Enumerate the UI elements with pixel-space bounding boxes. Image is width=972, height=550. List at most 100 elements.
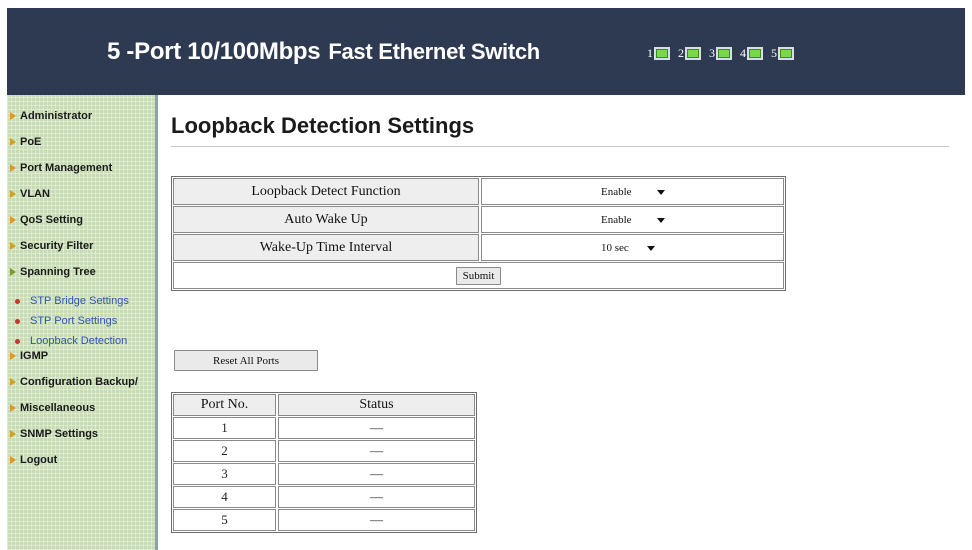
port-indicator-2: 2: [678, 46, 701, 61]
sidebar-item-security-filter[interactable]: Security Filter: [10, 240, 93, 252]
status-cell: —: [278, 463, 475, 485]
bullet-icon: [15, 338, 20, 344]
port-indicator-1: 1: [647, 46, 670, 61]
table-row: 5 —: [173, 509, 475, 531]
sidebar-subitem-stp-port-settings[interactable]: STP Port Settings: [15, 315, 117, 327]
auto-wake-up-select[interactable]: Enable: [599, 211, 669, 228]
status-cell: —: [278, 509, 475, 531]
settings-value-cell: Enable: [481, 178, 784, 205]
sidebar-item-label: VLAN: [20, 188, 50, 200]
arrow-icon: [10, 268, 16, 276]
chevron-down-icon: [647, 246, 655, 251]
arrow-icon: [10, 430, 16, 438]
port-number-cell: 1: [173, 417, 276, 439]
status-cell: —: [278, 417, 475, 439]
submit-row: Submit: [173, 262, 784, 289]
select-value: 10 sec: [601, 241, 629, 254]
sidebar-item-label: Spanning Tree: [20, 266, 96, 278]
sidebar-item-configuration-backup[interactable]: Configuration Backup/: [10, 376, 138, 388]
bullet-icon: [15, 318, 20, 324]
loopback-detect-function-select[interactable]: Enable: [599, 183, 669, 200]
port-led-icon: [716, 47, 732, 60]
arrow-icon: [10, 352, 16, 360]
sidebar-subitem-label: Loopback Detection: [30, 335, 128, 347]
sidebar-item-poe[interactable]: PoE: [10, 136, 41, 148]
sidebar-item-igmp[interactable]: IGMP: [10, 350, 48, 362]
port-number-cell: 3: [173, 463, 276, 485]
device-title-type: Fast Ethernet Switch: [328, 39, 540, 64]
arrow-icon: [10, 112, 16, 120]
reset-all-ports-button[interactable]: Reset All Ports: [174, 350, 318, 371]
sidebar-item-label: SNMP Settings: [20, 428, 99, 440]
sidebar-item-administrator[interactable]: Administrator: [10, 110, 92, 122]
chevron-down-icon: [657, 190, 665, 195]
sidebar-item-miscellaneous[interactable]: Miscellaneous: [10, 402, 95, 414]
sidebar: Administrator PoE Port Management VLAN Q…: [7, 95, 158, 550]
device-title: 5 -Port 10/100Mbps Fast Ethernet Switch: [107, 38, 540, 66]
sidebar-subitem-label: STP Bridge Settings: [30, 295, 129, 307]
sidebar-item-vlan[interactable]: VLAN: [10, 188, 50, 200]
sidebar-item-label: IGMP: [20, 350, 49, 362]
arrow-icon: [10, 404, 16, 412]
arrow-icon: [10, 138, 16, 146]
wake-up-time-interval-select[interactable]: 10 sec: [599, 239, 659, 256]
sidebar-item-qos-setting[interactable]: QoS Setting: [10, 214, 83, 226]
port-number: 2: [678, 46, 684, 60]
port-number-cell: 5: [173, 509, 276, 531]
port-number: 3: [709, 46, 715, 60]
page-title: Loopback Detection Settings: [171, 113, 475, 138]
status-cell: —: [278, 486, 475, 508]
port-led-icon: [654, 47, 670, 60]
wake-up-time-interval-label: Wake-Up Time Interval: [173, 234, 479, 261]
device-title-model: 5 -Port 10/100Mbps: [107, 38, 321, 65]
port-led-icon: [685, 47, 701, 60]
settings-value-cell: Enable: [481, 206, 784, 233]
arrow-icon: [10, 190, 16, 198]
port-number: 1: [647, 46, 653, 60]
table-row: 3 —: [173, 463, 475, 485]
settings-row: Wake-Up Time Interval 10 sec: [173, 234, 784, 261]
sidebar-item-label: Port Management: [20, 162, 113, 174]
sidebar-item-port-management[interactable]: Port Management: [10, 162, 112, 174]
port-number-cell: 4: [173, 486, 276, 508]
submit-button[interactable]: Submit: [455, 266, 502, 285]
sidebar-subitem-stp-bridge-settings[interactable]: STP Bridge Settings: [15, 295, 129, 307]
sidebar-item-label: PoE: [20, 136, 42, 148]
port-indicator-5: 5: [771, 46, 794, 61]
loopback-detect-function-label: Loopback Detect Function: [173, 178, 479, 205]
settings-row: Auto Wake Up Enable: [173, 206, 784, 233]
title-divider: [171, 146, 949, 147]
port-status-panel: 1 2 3 4 5: [647, 46, 794, 61]
select-value: Enable: [601, 185, 632, 198]
sidebar-item-label: Security Filter: [20, 240, 94, 252]
table-row: 2 —: [173, 440, 475, 462]
loopback-settings-form: Loopback Detect Function Enable Auto Wak…: [171, 176, 786, 291]
select-value: Enable: [601, 213, 632, 226]
sidebar-item-label: QoS Setting: [20, 214, 83, 226]
sidebar-item-label: Miscellaneous: [20, 402, 96, 414]
table-row: 1 —: [173, 417, 475, 439]
arrow-icon: [10, 242, 16, 250]
port-led-icon: [747, 47, 763, 60]
bullet-icon: [15, 298, 20, 304]
port-led-icon: [778, 47, 794, 60]
arrow-icon: [10, 216, 16, 224]
table-header-row: Port No. Status: [173, 394, 475, 416]
sidebar-item-label: Configuration Backup/: [20, 376, 138, 388]
header-banner: 5 -Port 10/100Mbps Fast Ethernet Switch 1…: [7, 8, 965, 95]
arrow-icon: [10, 164, 16, 172]
settings-row: Loopback Detect Function Enable: [173, 178, 784, 205]
status-cell: —: [278, 440, 475, 462]
arrow-icon: [10, 378, 16, 386]
sidebar-subitem-loopback-detection[interactable]: Loopback Detection: [15, 335, 127, 347]
sidebar-item-logout[interactable]: Logout: [10, 454, 57, 466]
sidebar-item-spanning-tree[interactable]: Spanning Tree: [10, 266, 96, 278]
sidebar-item-label: Logout: [20, 454, 58, 466]
chevron-down-icon: [657, 218, 665, 223]
port-indicator-3: 3: [709, 46, 732, 61]
port-status-table: Port No. Status 1 — 2 — 3 — 4 — 5 —: [171, 392, 477, 533]
port-number-cell: 2: [173, 440, 276, 462]
sidebar-item-snmp-settings[interactable]: SNMP Settings: [10, 428, 98, 440]
column-header-port-no: Port No.: [173, 394, 276, 416]
arrow-icon: [10, 456, 16, 464]
